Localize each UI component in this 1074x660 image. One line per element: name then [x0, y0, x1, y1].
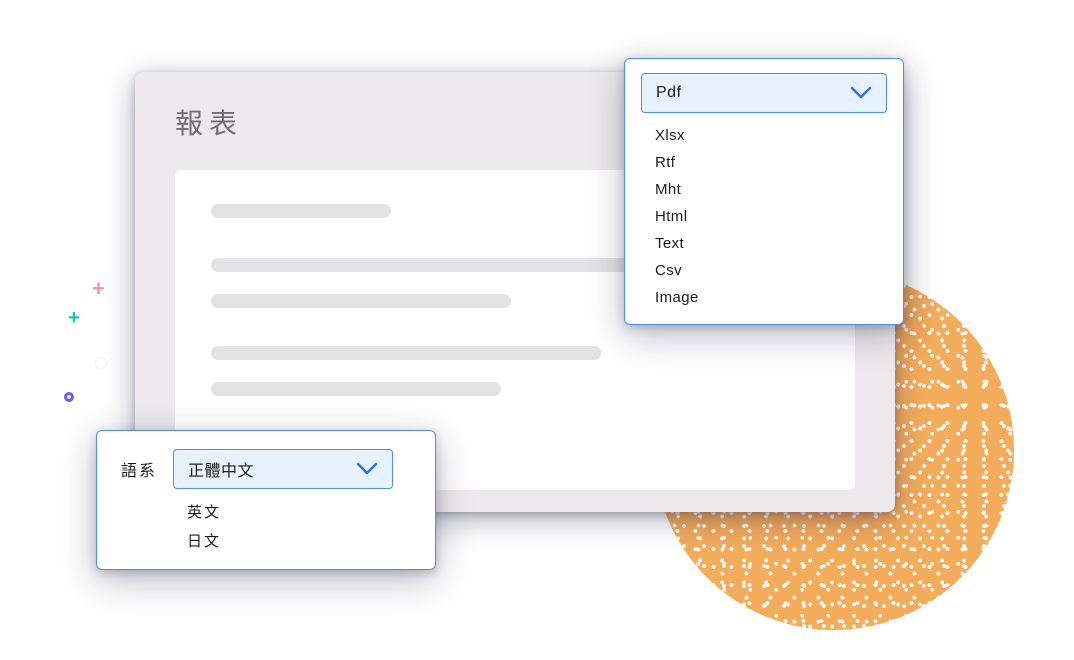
skeleton-line: [211, 294, 511, 308]
language-selected-label: 正體中文: [188, 457, 254, 481]
format-option[interactable]: Mht: [655, 181, 887, 198]
format-option[interactable]: Html: [655, 208, 887, 225]
decorative-dot: [96, 358, 106, 368]
language-option[interactable]: 英文: [187, 501, 415, 522]
format-option[interactable]: Text: [655, 235, 887, 252]
decorative-plus-teal: +: [68, 308, 80, 328]
skeleton-line: [211, 204, 391, 218]
format-option-list: Xlsx Rtf Mht Html Text Csv Image: [641, 127, 887, 306]
format-option[interactable]: Xlsx: [655, 127, 887, 144]
chevron-down-icon: [356, 462, 378, 476]
format-option[interactable]: Rtf: [655, 154, 887, 171]
format-select[interactable]: Pdf: [641, 73, 887, 113]
decorative-ring: [64, 392, 74, 402]
language-option-list: 英文 日文: [173, 501, 415, 551]
format-option[interactable]: Csv: [655, 262, 887, 279]
chevron-down-icon: [850, 86, 872, 100]
language-select[interactable]: 正體中文: [173, 449, 393, 489]
skeleton-line: [211, 346, 601, 360]
language-dropdown-panel: 語系 正體中文 英文 日文: [96, 430, 436, 570]
skeleton-line: [211, 382, 501, 396]
language-option[interactable]: 日文: [187, 530, 415, 551]
format-selected-label: Pdf: [656, 84, 682, 102]
skeleton-line: [211, 258, 631, 272]
format-dropdown-panel: Pdf Xlsx Rtf Mht Html Text Csv Image: [624, 58, 904, 325]
decorative-plus-pink: +: [92, 278, 105, 300]
language-field-label: 語系: [121, 449, 157, 551]
format-option[interactable]: Image: [655, 289, 887, 306]
